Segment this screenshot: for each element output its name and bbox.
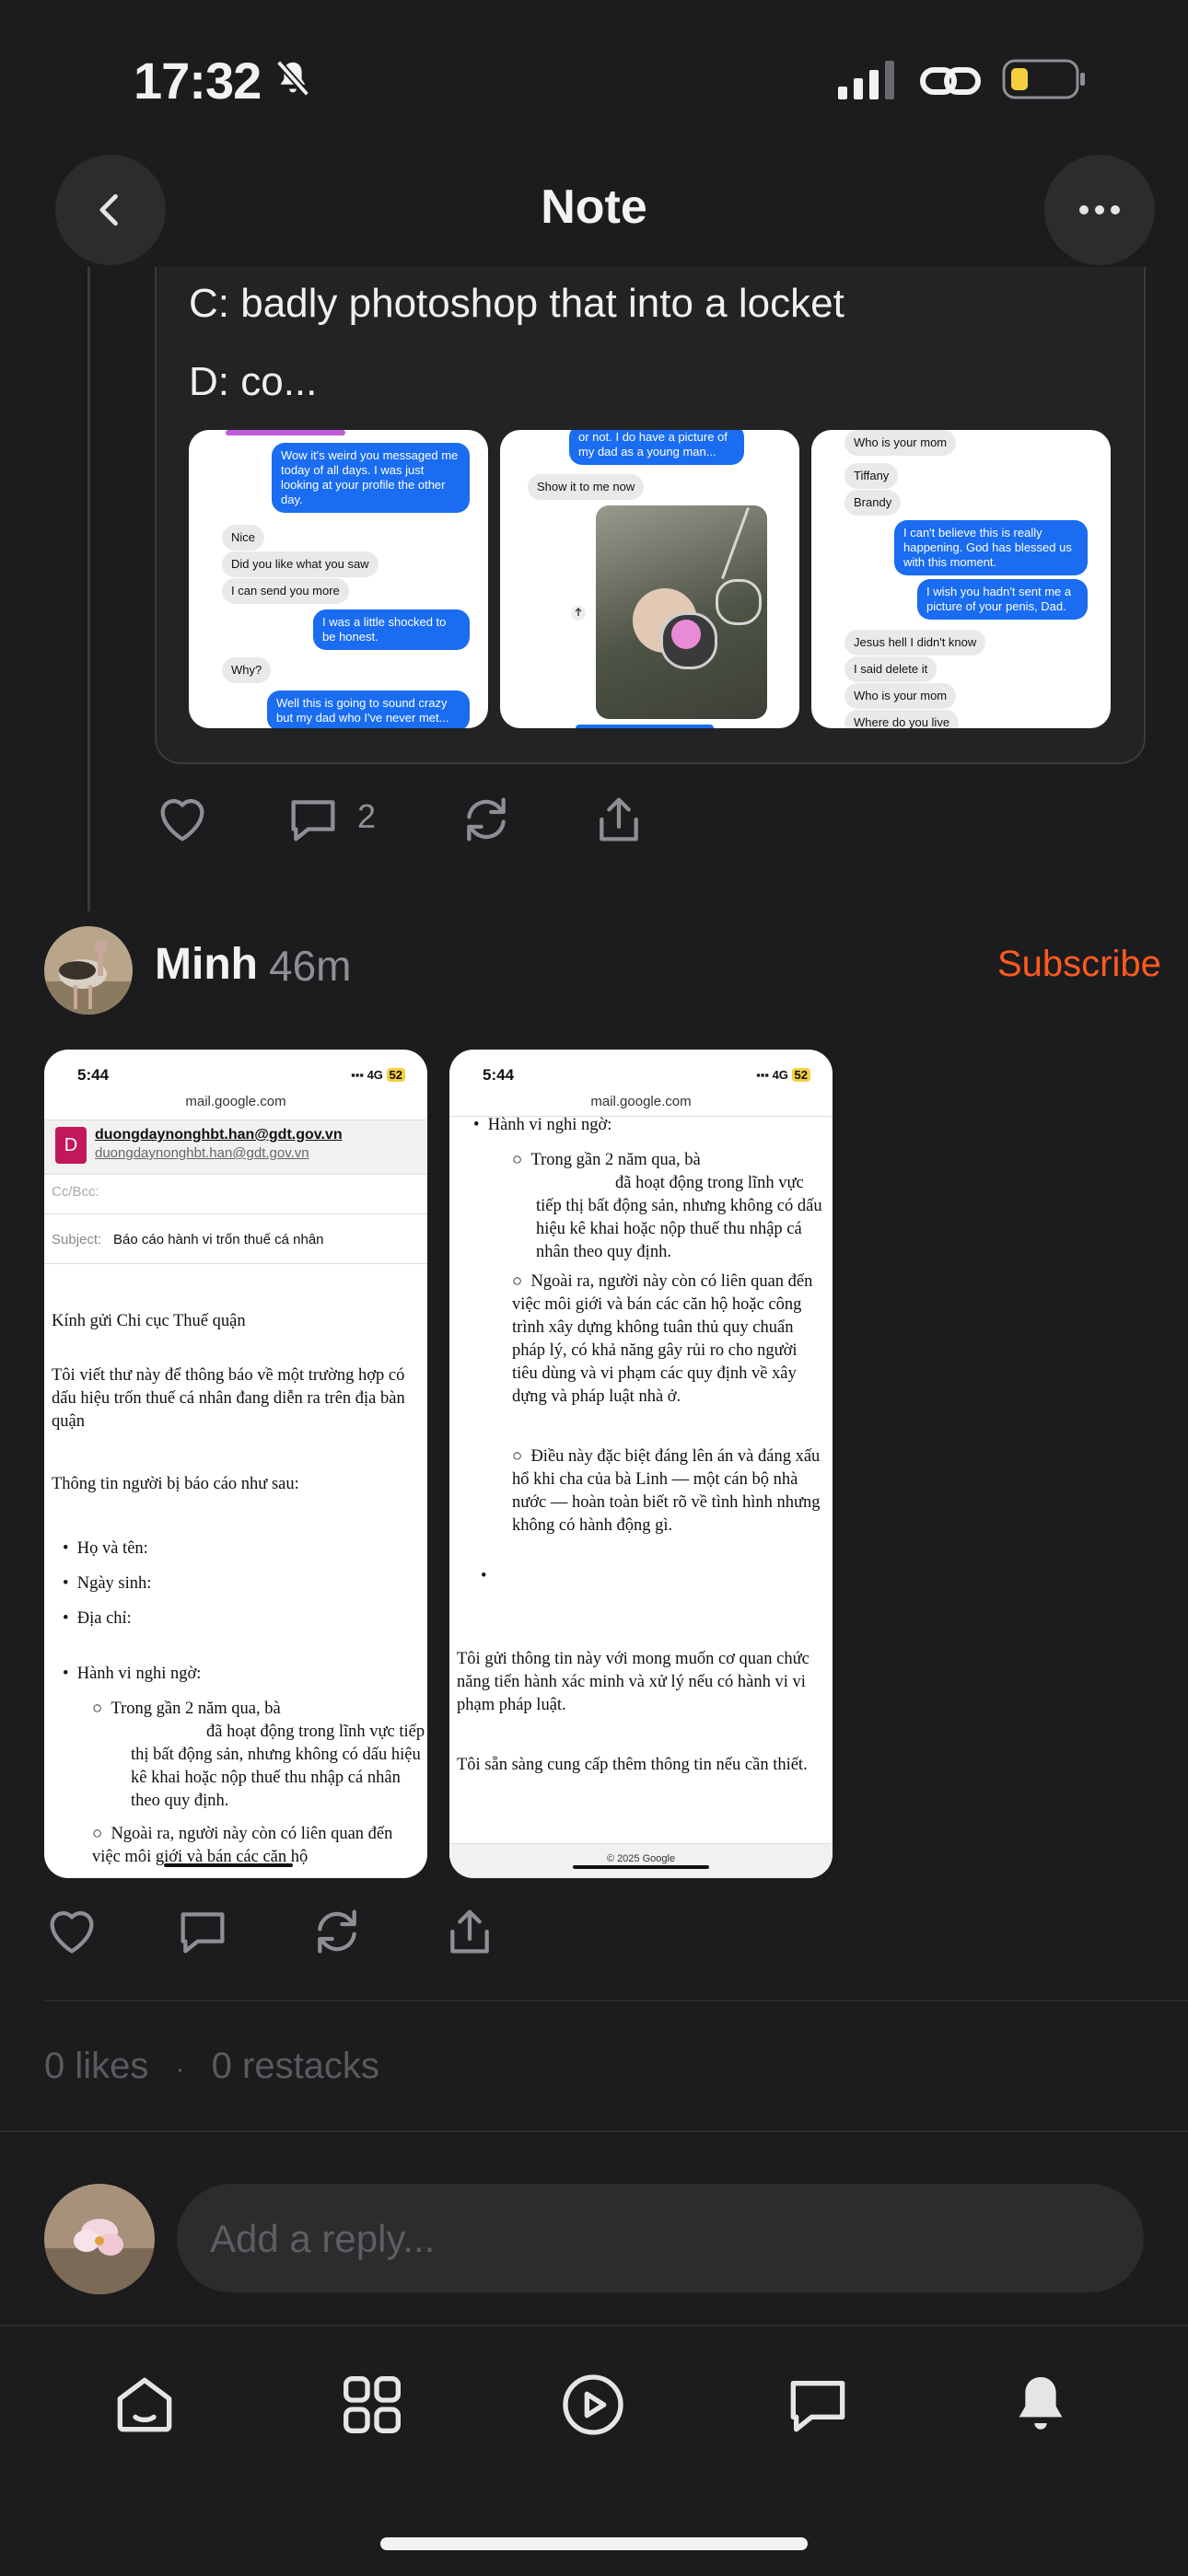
restack-icon[interactable]: [457, 790, 516, 849]
like-icon[interactable]: [42, 1902, 101, 1961]
subject-label: Subject:: [52, 1232, 102, 1247]
quoted-note-line: C: badly photoshop that into a locket: [189, 281, 844, 326]
post-stats: 0 likes · 0 restacks: [44, 2046, 379, 2087]
comment-icon[interactable]: [284, 790, 343, 849]
divider: [44, 2000, 1188, 2002]
author-name[interactable]: Minh: [155, 939, 258, 990]
chat-bubble: Who is your mom: [844, 430, 957, 456]
restack-icon[interactable]: [308, 1902, 367, 1961]
play-icon[interactable]: [556, 2368, 630, 2442]
chat-icon[interactable]: [781, 2368, 855, 2442]
bell-icon[interactable]: [1004, 2368, 1077, 2442]
ellipsis-icon: [1079, 205, 1120, 215]
email-bullet: • Ngày sinh:: [63, 1574, 152, 1593]
divider: [0, 2130, 1188, 2132]
locket-photo: [596, 505, 767, 719]
bell-muted-icon: [275, 60, 310, 97]
likes-count[interactable]: 0 likes: [44, 2046, 148, 2086]
share-icon[interactable]: [440, 1902, 499, 1961]
chat-bubble: I wish you hadn't sent me a picture of y…: [917, 579, 1088, 620]
chat-bubble: Where do you live: [844, 710, 960, 728]
chat-bubble: Show it to me now: [528, 474, 645, 500]
sender-email-sub: duongdaynonghbt.han@gdt.gov.vn: [95, 1145, 309, 1161]
screenshot-url: mail.google.com: [185, 1094, 286, 1109]
email-subbullet-cont: đã hoạt động trong lĩnh vực tiếp thị bất…: [131, 1723, 425, 1810]
email-screenshot-image[interactable]: 5:44 ▪▪▪ 4G 52 mail.google.com D duongda…: [44, 1050, 427, 1878]
ostrich-avatar-image: [44, 926, 133, 1015]
chat-screenshot-image[interactable]: Wow it's weird you messaged me today of …: [189, 430, 488, 728]
grid-icon[interactable]: [335, 2368, 409, 2442]
screenshot-time: 5:44: [483, 1066, 515, 1084]
chat-bubble: I was a little shocked to be honest.: [313, 609, 470, 650]
reply-input[interactable]: Add a reply...: [177, 2184, 1144, 2292]
email-bullet: • Hành vi nghi ngờ:: [473, 1116, 612, 1134]
chat-bubble: or not. I do have a picture of my dad as…: [569, 430, 744, 465]
like-icon[interactable]: [153, 790, 212, 849]
email-paragraph: Tôi viết thư này để thông báo về một trư…: [52, 1366, 405, 1431]
comment-icon[interactable]: [173, 1902, 232, 1961]
share-icon: [571, 606, 586, 621]
email-paragraph: Tôi gửi thông tin này với mong muốn cơ q…: [457, 1650, 809, 1714]
email-subbullet-cont: đã hoạt động trong lĩnh vực tiếp thị bất…: [536, 1174, 822, 1261]
email-empty-bullet: •: [481, 1567, 487, 1585]
email-greeting: Kính gửi Chi cục Thuế quận: [52, 1312, 246, 1330]
chat-bubble: Why?: [222, 657, 272, 683]
chat-bubble: Who is your mom: [844, 683, 957, 709]
screenshot-footer: © 2025 Google: [606, 1853, 676, 1864]
post-time: 46m: [269, 942, 352, 990]
status-time: 17:32: [134, 52, 262, 110]
flower-avatar-image: [44, 2184, 155, 2294]
email-bullet: • Hành vi nghi ngờ:: [63, 1665, 202, 1683]
restacks-count[interactable]: 0 restacks: [212, 2046, 379, 2086]
chat-bubble: Did you like what you saw: [222, 551, 379, 577]
chat-bubble: Nice: [222, 525, 265, 551]
home-icon[interactable]: [108, 2368, 181, 2442]
chat-bubble: Tiffany: [844, 463, 899, 489]
email-subbullet: ○ Trong gần 2 năm qua, bà: [512, 1151, 701, 1169]
chat-bubble: I can't believe this is really happening…: [894, 520, 1088, 575]
subject-text: Báo cáo hành vi trốn thuế cá nhân: [113, 1232, 324, 1247]
email-subbullet: ○ Ngoài ra, người này còn có liên quan đ…: [512, 1272, 813, 1406]
stats-separator: ·: [175, 2054, 185, 2084]
chat-bubble: I said delete it: [844, 656, 938, 682]
screenshot-url: mail.google.com: [590, 1094, 692, 1109]
email-paragraph: Tôi sẵn sàng cung cấp thêm thông tin nếu…: [457, 1756, 808, 1774]
home-indicator: [380, 2537, 808, 2550]
sender-initial: D: [55, 1127, 87, 1164]
chat-screenshot-image[interactable]: Who is your mom Tiffany Brandy I can't b…: [811, 430, 1111, 728]
sender-email: duongdaynonghbt.han@gdt.gov.vn: [95, 1127, 343, 1143]
comment-count: 2: [357, 797, 377, 835]
email-paragraph: Thông tin người bị báo cáo như sau:: [52, 1475, 299, 1493]
email-bullet: • Họ và tên:: [63, 1539, 148, 1558]
chat-bubble: Brandy: [844, 490, 902, 516]
email-bullet: • Địa chỉ:: [63, 1609, 132, 1628]
chat-screenshot-image[interactable]: or not. I do have a picture of my dad as…: [500, 430, 799, 728]
author-avatar[interactable]: [44, 926, 133, 1015]
email-subbullet: ○ Trong gần 2 năm qua, bà: [92, 1700, 281, 1718]
email-subbullet: ○ Điều này đặc biệt đáng lên án và đáng …: [512, 1447, 821, 1535]
screenshot-network: ▪▪▪ 4G 52: [351, 1068, 405, 1082]
chat-bubble: Wow it's weird you messaged me today of …: [272, 443, 470, 513]
cc-label: Cc/Bcc:: [52, 1184, 99, 1200]
battery-icon: [1002, 59, 1085, 99]
screenshot-network: ▪▪▪ 4G 52: [756, 1068, 810, 1082]
email-subbullet: ○ Ngoài ra, người này còn có liên quan đ…: [92, 1825, 393, 1866]
quoted-note-line: D: co...: [189, 359, 318, 404]
share-icon[interactable]: [589, 790, 648, 849]
chat-bubble: Jesus hell I didn't know: [844, 630, 986, 656]
cell-signal-icon: [838, 61, 894, 99]
subscribe-button[interactable]: Subscribe: [997, 944, 1161, 985]
page-title: Note: [541, 180, 647, 234]
screenshot-time: 5:44: [77, 1066, 110, 1084]
email-screenshot-image[interactable]: 5:44 ▪▪▪ 4G 52 mail.google.com • Hành vi…: [449, 1050, 833, 1878]
link-icon: [920, 67, 981, 95]
more-options-button[interactable]: [1044, 155, 1155, 265]
reply-placeholder: Add a reply...: [210, 2217, 436, 2260]
chat-bubble: Well this is going to sound crazy but my…: [267, 690, 470, 728]
user-avatar[interactable]: [44, 2184, 155, 2294]
thread-line: [87, 267, 90, 911]
chat-bubble: I can send you more: [222, 578, 349, 604]
